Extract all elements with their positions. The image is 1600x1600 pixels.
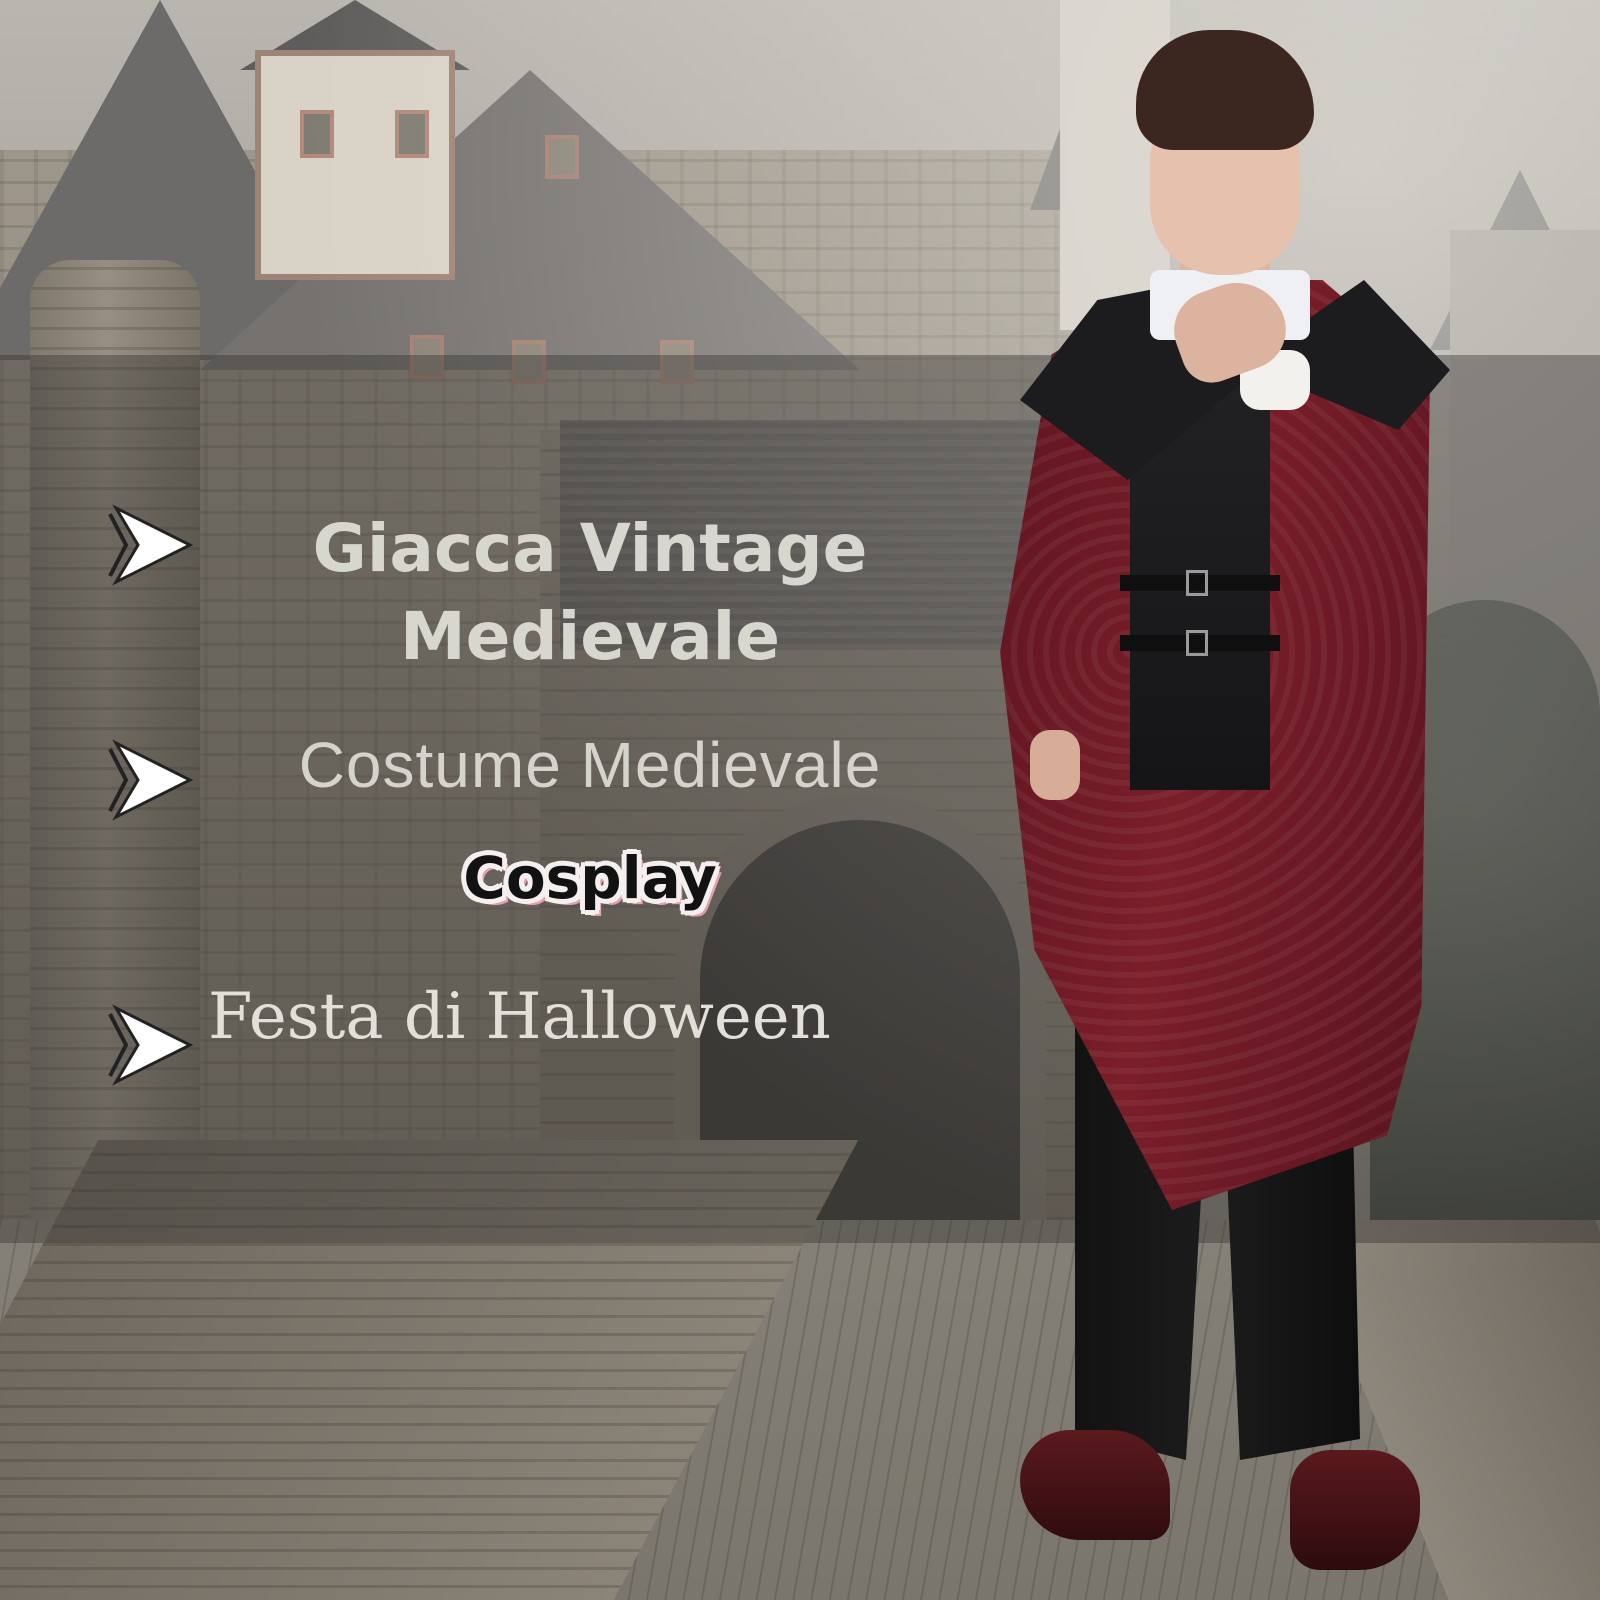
shoe-right [1290, 1450, 1420, 1570]
headline-line-1: Giacca Vintage [312, 510, 868, 587]
headline: Giacca Vintage Medievale [200, 505, 980, 681]
hand-in-pocket [1030, 730, 1080, 800]
product-image: Giacca Vintage Medievale Costume Medieva… [0, 0, 1600, 1600]
double-chevron-right-icon [108, 739, 194, 821]
headline-line-2: Medievale [399, 598, 780, 675]
vest-buckle [1186, 630, 1208, 656]
feature-costume: Costume Medievale [298, 729, 882, 801]
double-chevron-right-icon [108, 504, 194, 586]
hair [1136, 30, 1314, 150]
feature-cosplay: Cosplay [463, 844, 717, 912]
vest-buckle [1186, 570, 1208, 596]
feature-festa: Festa di Halloween [208, 980, 831, 1054]
shoe-left [1020, 1430, 1170, 1540]
model-in-costume [990, 30, 1470, 1590]
